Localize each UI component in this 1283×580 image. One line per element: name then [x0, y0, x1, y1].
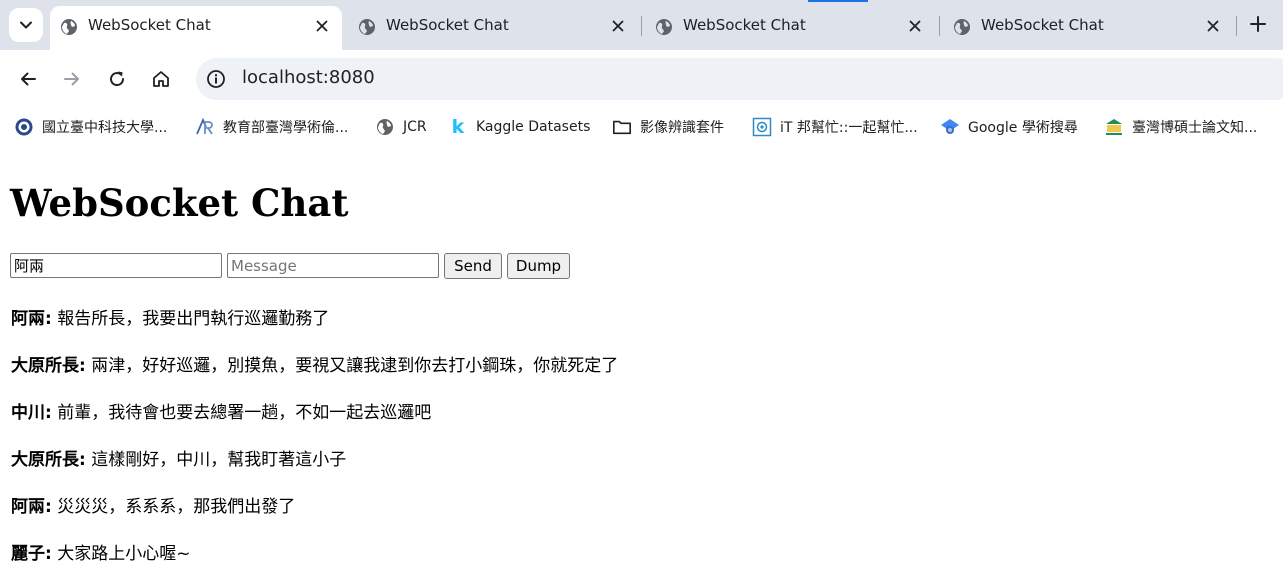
tab-strip: WebSocket Chat WebSocket Chat WebSocket … [0, 0, 1283, 50]
arrow-left-icon [21, 72, 36, 86]
bookmark-google-scholar[interactable]: Google 學術搜尋 [940, 116, 1078, 138]
tab-websocket-chat-1[interactable]: WebSocket Chat [50, 6, 342, 50]
chat-message: 麗子: 大家路上小心喔~ [11, 539, 190, 564]
tab-search-button[interactable] [9, 8, 43, 42]
globe-icon [359, 19, 375, 35]
message-sender: 大原所長: [11, 356, 86, 376]
message-text: 報告所長，我要出門執行巡邏勤務了 [51, 309, 330, 329]
tab-drag-indicator [808, 0, 868, 2]
ar-logo-icon [195, 117, 215, 137]
tab-separator [641, 16, 642, 36]
ndltd-icon [1104, 117, 1124, 137]
back-button[interactable] [13, 64, 43, 94]
bookmark-ithome[interactable]: iT 邦幫忙::一起幫忙... [752, 116, 918, 138]
bookmark-label: 影像辨識套件 [640, 120, 724, 136]
bookmark-label: Kaggle Datasets [476, 119, 591, 135]
name-input[interactable] [10, 253, 222, 278]
close-tab-icon[interactable] [905, 16, 925, 36]
message-text: 這樣剛好，中川，幫我盯著這小子 [85, 450, 347, 470]
bookmark-label: iT 邦幫忙::一起幫忙... [780, 120, 918, 136]
message-sender: 阿兩: [11, 497, 52, 517]
send-button[interactable]: Send [444, 253, 502, 279]
message-text: 災災災，系系系，那我們出發了 [51, 497, 296, 517]
message-text: 大家路上小心喔~ [51, 544, 191, 564]
page-title: WebSocket Chat [10, 181, 349, 225]
address-bar[interactable]: localhost:8080 [196, 58, 1283, 100]
message-input[interactable] [227, 253, 439, 278]
tab-title: WebSocket Chat [88, 16, 211, 34]
close-tab-icon[interactable] [312, 16, 332, 36]
message-sender: 阿兩: [11, 309, 52, 329]
chat-message: 阿兩: 災災災，系系系，那我們出發了 [11, 492, 295, 517]
new-tab-button[interactable] [1246, 12, 1270, 36]
close-tab-icon[interactable] [1203, 16, 1223, 36]
bookmark-label: 教育部臺灣學術倫... [223, 120, 349, 136]
bookmark-ethics-edu[interactable]: 教育部臺灣學術倫... [195, 116, 348, 138]
message-sender: 中川: [11, 403, 52, 423]
ithome-icon [752, 117, 772, 137]
close-tab-icon[interactable] [608, 16, 628, 36]
chat-message: 大原所長: 兩津，好好巡邏，別摸魚，要視又讓我逮到你去打小鋼珠，你就死定了 [11, 351, 618, 376]
forward-button[interactable] [57, 64, 87, 94]
chat-message: 中川: 前輩，我待會也要去總署一趟，不如一起去巡邏吧 [11, 398, 431, 423]
school-seal-icon [14, 117, 34, 137]
chat-message: 大原所長: 這樣剛好，中川，幫我盯著這小子 [11, 445, 346, 470]
message-sender: 大原所長: [11, 450, 86, 470]
tab-separator [1236, 16, 1237, 36]
bookmark-label: 國立臺中科技大學... [42, 120, 168, 136]
tab-websocket-chat-2[interactable]: WebSocket Chat [348, 6, 638, 50]
chevron-down-icon [20, 21, 32, 29]
message-text: 前輩，我待會也要去總署一趟，不如一起去巡邏吧 [51, 403, 432, 423]
bookmark-ndltd[interactable]: 臺灣博碩士論文知... [1104, 116, 1257, 138]
reload-icon [110, 71, 125, 87]
tab-title: WebSocket Chat [981, 16, 1104, 34]
bookmark-image-folder[interactable]: 影像辨識套件 [612, 116, 724, 138]
bookmark-label: Google 學術搜尋 [968, 120, 1078, 136]
home-icon [153, 71, 169, 87]
arrow-right-icon [64, 72, 79, 86]
kaggle-icon: k [451, 116, 465, 138]
globe-icon [656, 19, 672, 35]
tab-websocket-chat-4[interactable]: WebSocket Chat [943, 6, 1233, 50]
plus-icon [1250, 16, 1266, 32]
tab-title: WebSocket Chat [386, 16, 509, 34]
bookmarks-bar: 國立臺中科技大學... 教育部臺灣學術倫... JCR k Kaggle Dat… [0, 108, 1283, 146]
reload-button[interactable] [102, 64, 132, 94]
message-sender: 麗子: [11, 544, 52, 564]
tab-title: WebSocket Chat [683, 16, 806, 34]
bookmark-label: 臺灣博碩士論文知... [1132, 120, 1258, 136]
chat-message: 阿兩: 報告所長，我要出門執行巡邏勤務了 [11, 304, 329, 329]
browser-toolbar: localhost:8080 [0, 50, 1283, 108]
globe-icon [375, 117, 395, 137]
page-content: WebSocket Chat Send Dump 阿兩: 報告所長，我要出門執行… [0, 146, 1283, 580]
globe-icon [61, 19, 77, 35]
bookmark-jcr[interactable]: JCR [375, 116, 427, 138]
dump-button[interactable]: Dump [507, 253, 570, 279]
bookmark-kaggle[interactable]: k Kaggle Datasets [448, 116, 591, 138]
tab-separator [939, 16, 940, 36]
tab-websocket-chat-3[interactable]: WebSocket Chat [645, 6, 935, 50]
url-text[interactable]: localhost:8080 [242, 67, 375, 88]
home-button[interactable] [146, 64, 176, 94]
message-text: 兩津，好好巡邏，別摸魚，要視又讓我逮到你去打小鋼珠，你就死定了 [85, 356, 619, 376]
info-icon[interactable] [206, 69, 226, 89]
globe-icon [954, 19, 970, 35]
bookmark-nutc[interactable]: 國立臺中科技大學... [14, 116, 167, 138]
scholar-icon [940, 117, 960, 137]
folder-icon [612, 117, 632, 137]
bookmark-label: JCR [403, 119, 427, 135]
